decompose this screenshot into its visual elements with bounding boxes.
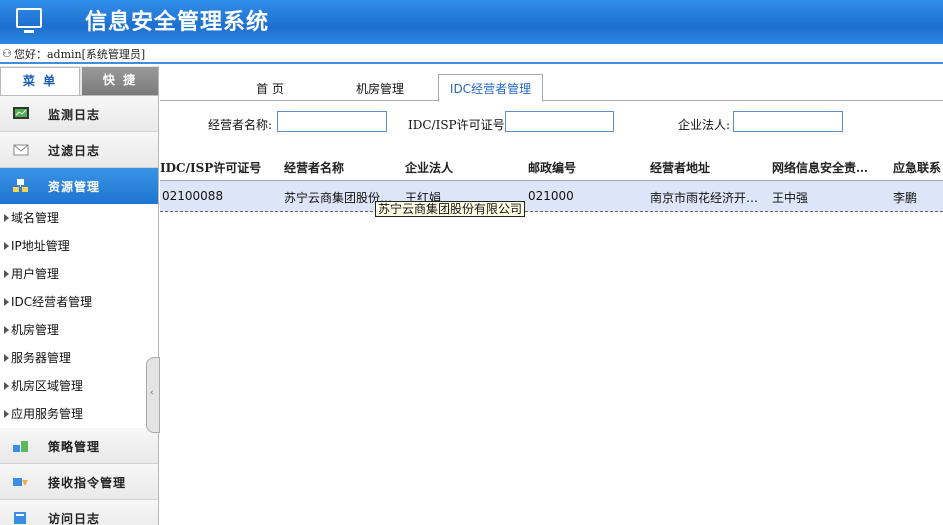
submenu-server[interactable]: 服务器管理 bbox=[0, 344, 158, 372]
tab-home[interactable]: 首 页 bbox=[240, 78, 300, 101]
submenu-user[interactable]: 用户管理 bbox=[0, 260, 158, 288]
arrow-right-icon bbox=[4, 382, 9, 390]
policy-icon bbox=[13, 441, 28, 452]
license-label: IDC/ISP许可证号: bbox=[408, 118, 509, 132]
operator-name-label: 经营者名称: bbox=[208, 118, 273, 132]
menu-label: 资源管理 bbox=[48, 180, 101, 194]
operator-table: IDC/ISP许可证号 经营者名称 企业法人 邮政编号 经营者地址 网络信息安全… bbox=[160, 150, 943, 212]
access-log-icon bbox=[14, 512, 26, 524]
arrow-right-icon bbox=[4, 242, 9, 250]
menu-label: 监测日志 bbox=[48, 108, 101, 122]
column-legal-person[interactable]: 企业法人 bbox=[405, 159, 453, 176]
tab-machine-room[interactable]: 机房管理 bbox=[340, 78, 420, 101]
arrow-right-icon bbox=[4, 410, 9, 418]
cell-security-owner: 王中强 bbox=[772, 191, 809, 205]
menu-label: 访问日志 bbox=[48, 512, 101, 525]
column-emergency-contact[interactable]: 应急联系 bbox=[893, 159, 941, 176]
menu-command-management[interactable]: 接收指令管理 bbox=[0, 464, 158, 500]
submenu-domain[interactable]: 域名管理 bbox=[0, 204, 158, 232]
sidebar-tabs: 菜 单 快 捷 bbox=[0, 66, 158, 96]
main-content: 首 页 机房管理 IDC经营者管理 经营者名称: IDC/ISP许可证号: 企业… bbox=[160, 66, 943, 525]
main-tabs: 首 页 机房管理 IDC经营者管理 bbox=[160, 66, 943, 102]
operator-name-input[interactable] bbox=[277, 111, 387, 132]
cell-emergency-contact: 李鹏 bbox=[893, 191, 918, 205]
arrow-right-icon bbox=[4, 354, 9, 362]
cell-address: 南京市雨花经济开… bbox=[650, 191, 759, 205]
legal-person-input[interactable] bbox=[733, 111, 843, 132]
app-title: 信息安全管理系统 bbox=[85, 10, 270, 35]
command-icon bbox=[13, 478, 28, 486]
submenu-room-area[interactable]: 机房区域管理 bbox=[0, 372, 158, 400]
column-zip-code[interactable]: 邮政编号 bbox=[528, 159, 576, 176]
submenu-idc-operator[interactable]: IDC经营者管理 bbox=[0, 288, 158, 316]
resource-submenu: 域名管理 IP地址管理 用户管理 IDC经营者管理 机房管理 服务器管理 机房区… bbox=[0, 204, 158, 428]
arrow-right-icon bbox=[4, 270, 9, 278]
menu-access-log[interactable]: 访问日志 bbox=[0, 500, 158, 525]
menu-label: 策略管理 bbox=[48, 440, 101, 454]
monitor-icon bbox=[16, 8, 42, 33]
table-row[interactable]: 02100088 苏宁云商集团股份… 王红娟 021000 南京市雨花经济开… … bbox=[160, 181, 943, 212]
legal-person-label: 企业法人: bbox=[678, 118, 731, 132]
monitor-log-icon bbox=[13, 107, 29, 119]
cell-zip-code: 021000 bbox=[528, 189, 574, 203]
table-header: IDC/ISP许可证号 经营者名称 企业法人 邮政编号 经营者地址 网络信息安全… bbox=[160, 150, 943, 181]
column-address[interactable]: 经营者地址 bbox=[650, 159, 710, 176]
sidebar: 菜 单 快 捷 监测日志 过滤日志 资源管理 域名管理 IP地址管理 用户管理 … bbox=[0, 66, 160, 525]
menu-filter-log[interactable]: 过滤日志 bbox=[0, 132, 158, 168]
resource-icon bbox=[13, 179, 28, 192]
submenu-machine-room[interactable]: 机房管理 bbox=[0, 316, 158, 344]
column-security-owner[interactable]: 网络信息安全责… bbox=[772, 159, 868, 176]
filter-bar: 经营者名称: IDC/ISP许可证号: 企业法人: bbox=[160, 102, 943, 146]
arrow-right-icon bbox=[4, 326, 9, 334]
arrow-right-icon bbox=[4, 298, 9, 306]
tooltip: 苏宁云商集团股份有限公司 bbox=[375, 201, 526, 217]
menu-policy-management[interactable]: 策略管理 bbox=[0, 428, 158, 464]
envelope-icon bbox=[13, 144, 29, 156]
column-operator-name[interactable]: 经营者名称 bbox=[284, 159, 344, 176]
user-greeting: 您好：admin[系统管理员] bbox=[14, 48, 146, 61]
submenu-ip-address[interactable]: IP地址管理 bbox=[0, 232, 158, 260]
column-license[interactable]: IDC/ISP许可证号 bbox=[160, 159, 261, 176]
menu-resource-management[interactable]: 资源管理 bbox=[0, 168, 158, 204]
arrow-right-icon bbox=[4, 214, 9, 222]
menu-monitor-log[interactable]: 监测日志 bbox=[0, 96, 158, 132]
chevron-left-icon: ‹ bbox=[150, 388, 154, 398]
menu-label: 接收指令管理 bbox=[48, 476, 127, 490]
license-input[interactable] bbox=[505, 111, 614, 132]
tab-idc-operator[interactable]: IDC经营者管理 bbox=[438, 74, 543, 102]
tab-menu[interactable]: 菜 单 bbox=[0, 67, 80, 95]
app-header: 信息安全管理系统 bbox=[0, 0, 943, 44]
sidebar-collapse-handle[interactable]: ‹ bbox=[146, 357, 160, 433]
users-icon: ⚇ bbox=[2, 47, 12, 60]
tab-shortcut[interactable]: 快 捷 bbox=[82, 67, 158, 95]
menu-label: 过滤日志 bbox=[48, 144, 101, 158]
submenu-app-service[interactable]: 应用服务管理 bbox=[0, 400, 158, 428]
user-bar: ⚇ 您好：admin[系统管理员] bbox=[0, 44, 943, 64]
cell-license: 02100088 bbox=[162, 189, 224, 203]
